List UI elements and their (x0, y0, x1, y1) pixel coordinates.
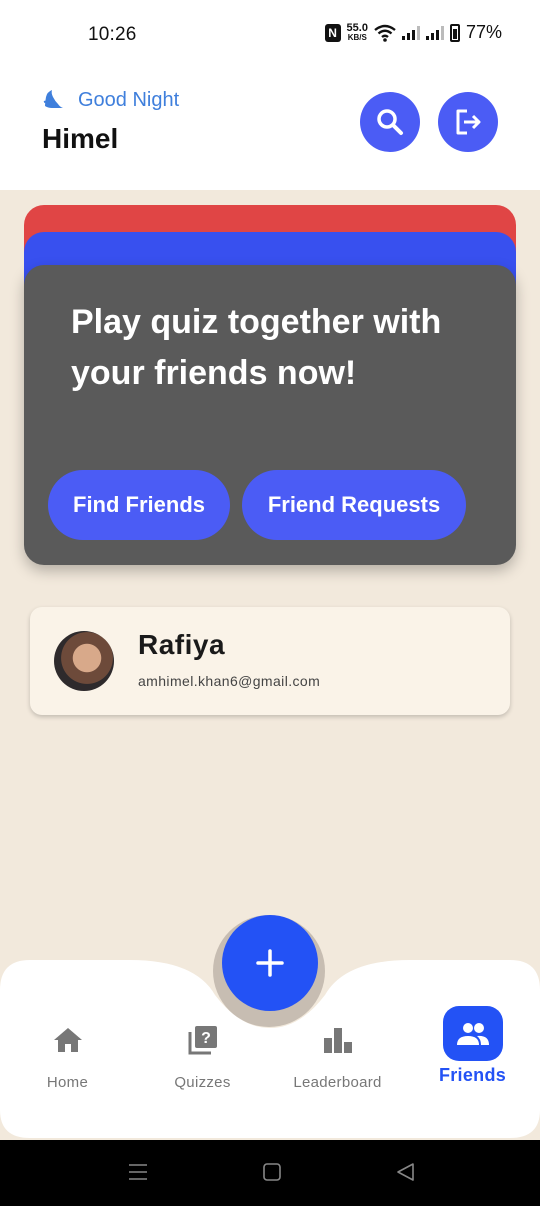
nav-friends-active-indicator (442, 1006, 503, 1061)
leaderboard-icon (323, 1028, 352, 1053)
svg-text:?: ? (201, 1030, 211, 1047)
signal-icon (425, 25, 444, 40)
home-icon (53, 1028, 82, 1052)
network-speed: 55.0 KB/S (346, 21, 368, 42)
search-icon (377, 109, 403, 135)
friend-name: Rafiya (138, 629, 226, 660)
promo-title: Play quiz together with your friends now… (71, 303, 442, 392)
friend-list-item[interactable]: Rafiya amhimel.khan6@gmail.com (30, 607, 510, 715)
nav-home-label: Home (46, 1074, 89, 1091)
menu-icon[interactable] (128, 1162, 148, 1182)
username: Himel (42, 123, 119, 154)
signal-icon (401, 25, 420, 40)
nav-friends[interactable]: Friends (405, 1006, 540, 1086)
battery-icon (449, 23, 460, 42)
find-friends-button[interactable]: Find Friends (48, 470, 230, 540)
status-time: 10:26 (88, 24, 137, 45)
back-icon[interactable] (395, 1162, 415, 1182)
system-nav-bar (0, 1140, 540, 1206)
plus-icon (256, 949, 284, 977)
nav-quizzes-label: Quizzes (174, 1074, 231, 1091)
app-header: Good Night Himel (0, 68, 540, 190)
search-button[interactable] (360, 92, 420, 152)
greeting: Good Night (42, 88, 179, 112)
wifi-icon (374, 24, 396, 42)
friend-email: amhimel.khan6@gmail.com (138, 673, 321, 689)
nfc-icon: N (324, 23, 341, 42)
bottom-nav: Home ? Quizzes Leaderboard Friends (0, 915, 540, 1140)
speed-value: 55.0 (346, 21, 368, 34)
friends-icon (456, 1022, 489, 1045)
greeting-text: Good Night (78, 88, 180, 111)
logout-button[interactable] (438, 92, 498, 152)
logout-icon (456, 109, 481, 135)
quiz-icon: ? (188, 1026, 217, 1055)
nav-leaderboard[interactable]: Leaderboard (270, 1020, 405, 1100)
friend-requests-button[interactable]: Friend Requests (242, 470, 466, 540)
nav-leaderboard-label: Leaderboard (293, 1074, 382, 1091)
battery-percent: 77% (465, 22, 502, 42)
status-icons: N 55.0 KB/S 77% (324, 21, 502, 43)
avatar (54, 631, 114, 691)
nav-friends-label: Friends (438, 1065, 507, 1085)
nav-quizzes[interactable]: ? Quizzes (135, 1020, 270, 1100)
promo-card: Play quiz together with your friends now… (24, 265, 516, 565)
home-square-icon[interactable] (262, 1162, 282, 1182)
speed-unit: KB/S (347, 32, 367, 42)
add-button[interactable] (222, 915, 318, 1011)
moon-icon (43, 90, 63, 108)
nav-home[interactable]: Home (0, 1020, 135, 1100)
status-bar: 10:26 N 55.0 KB/S 77% (0, 0, 540, 68)
